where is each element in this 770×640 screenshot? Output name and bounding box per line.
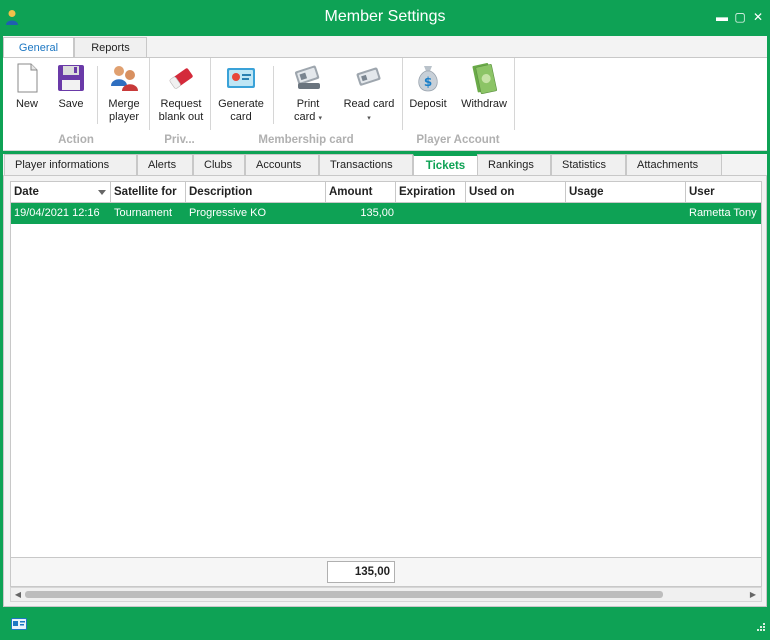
sort-descending-icon (98, 190, 106, 195)
deposit-button[interactable]: $ Deposit (407, 62, 449, 111)
group-label-action: Action (58, 134, 94, 146)
scroll-right-arrow-icon[interactable]: ▶ (747, 588, 759, 601)
tab-transactions[interactable]: Transactions (319, 154, 413, 176)
maximize-button[interactable]: ▢ (733, 10, 747, 24)
amount-total: 135,00 (327, 561, 395, 583)
merge-player-button[interactable]: Merge player (103, 62, 145, 124)
window-title: Member Settings (324, 8, 446, 25)
cell-usage (566, 203, 686, 224)
svg-text:$: $ (424, 75, 432, 89)
new-button[interactable]: New (9, 62, 45, 111)
scroll-left-arrow-icon[interactable]: ◀ (12, 588, 24, 601)
new-label: New (15, 98, 38, 110)
group-separator (402, 58, 403, 130)
print-dropdown-caret[interactable]: ▾ (318, 115, 322, 122)
separator (97, 66, 98, 124)
close-button[interactable]: ✕ (751, 10, 765, 24)
read-label-1: Read card (343, 98, 395, 110)
tab-alerts[interactable]: Alerts (137, 154, 193, 176)
group-separator (514, 58, 515, 130)
cell-description: Progressive KO (189, 207, 267, 219)
ribbon-tab-reports[interactable]: Reports (74, 37, 147, 58)
merge-label-1: Merge (108, 98, 140, 110)
print-label-1: Print (296, 98, 320, 110)
users-merge-icon (111, 66, 138, 91)
tab-attachments[interactable]: Attachments (626, 154, 722, 176)
card-printer-icon (294, 65, 320, 89)
read-dropdown-caret[interactable]: ▾ (367, 115, 371, 122)
table-row[interactable]: 19/04/2021 12:16 Tournament Progressive … (11, 203, 761, 224)
id-card-icon (227, 68, 255, 88)
title-bar[interactable]: Member Settings ▬ ▢ ✕ (0, 0, 770, 36)
generate-card-button[interactable]: Generate card (216, 62, 266, 124)
read-card-button[interactable]: Read card ▾ (341, 62, 397, 125)
cell-user: Rametta Tony (689, 207, 757, 219)
tab-player-informations[interactable]: Player informations (4, 154, 137, 176)
scrollbar-thumb[interactable] (25, 591, 663, 598)
cell-satellite-for: Tournament (114, 207, 173, 219)
banknotes-icon (472, 63, 498, 94)
tab-accounts[interactable]: Accounts (245, 154, 319, 176)
column-header-description[interactable]: Description (186, 182, 326, 203)
content-tab-bar: Player informations Alerts Clubs Account… (3, 154, 767, 176)
horizontal-scrollbar[interactable]: ◀ ▶ (10, 587, 762, 602)
ribbon: New Save Merge player Request blank out … (3, 57, 767, 151)
minimize-button[interactable]: ▬ (715, 10, 729, 24)
cell-used-on (466, 203, 566, 224)
save-label: Save (58, 98, 84, 110)
cell-date: 19/04/2021 12:16 (14, 207, 100, 219)
separator (273, 66, 274, 124)
generate-label-2: card (230, 111, 252, 123)
resize-grip-icon[interactable] (754, 622, 766, 634)
tab-tickets[interactable]: Tickets (413, 154, 478, 176)
group-label-membership-card: Membership card (258, 134, 354, 146)
request-blank-out-button[interactable]: Request blank out (153, 62, 209, 124)
grid-footer: 135,00 (10, 557, 762, 587)
cell-amount: 135,00 (360, 207, 394, 219)
tickets-panel: Date Satellite for Description Amount Ex… (3, 175, 767, 607)
column-header-satellite-for[interactable]: Satellite for (111, 182, 186, 203)
deposit-label: Deposit (409, 98, 447, 110)
tab-rankings[interactable]: Rankings (477, 154, 551, 176)
tickets-grid[interactable]: Date Satellite for Description Amount Ex… (10, 181, 762, 562)
new-document-icon (17, 63, 38, 93)
withdraw-button[interactable]: Withdraw (457, 62, 511, 111)
column-header-expiration[interactable]: Expiration (396, 182, 466, 203)
request-label-2: blank out (158, 111, 204, 123)
group-separator (149, 58, 150, 130)
merge-label-2: player (109, 111, 139, 123)
withdraw-label: Withdraw (461, 98, 507, 110)
cell-expiration (396, 203, 466, 224)
save-button[interactable]: Save (53, 62, 89, 111)
column-header-usage[interactable]: Usage (566, 182, 686, 203)
money-bag-icon: $ (418, 66, 438, 92)
id-card-status-icon[interactable] (11, 618, 27, 630)
eraser-icon (169, 68, 193, 89)
request-label-1: Request (160, 98, 202, 110)
ribbon-tab-general[interactable]: General (3, 37, 74, 59)
print-card-button[interactable]: Print card ▾ (283, 62, 333, 125)
floppy-disk-icon (58, 65, 84, 91)
member-settings-window: Member Settings ▬ ▢ ✕ General Reports Ne… (0, 0, 770, 640)
column-header-amount[interactable]: Amount (326, 182, 396, 203)
generate-label-1: Generate (218, 98, 264, 110)
tab-clubs[interactable]: Clubs (193, 154, 245, 176)
column-header-user[interactable]: User (686, 182, 761, 203)
print-label-2: card (294, 111, 316, 123)
card-reader-icon (356, 67, 381, 86)
ribbon-tab-bar: General Reports (3, 36, 767, 59)
column-header-date[interactable]: Date (11, 182, 111, 203)
column-header-used-on[interactable]: Used on (466, 182, 566, 203)
group-separator (210, 58, 211, 130)
group-label-priv: Priv... (164, 134, 195, 146)
tab-statistics[interactable]: Statistics (551, 154, 626, 176)
group-label-player-account: Player Account (416, 134, 500, 146)
